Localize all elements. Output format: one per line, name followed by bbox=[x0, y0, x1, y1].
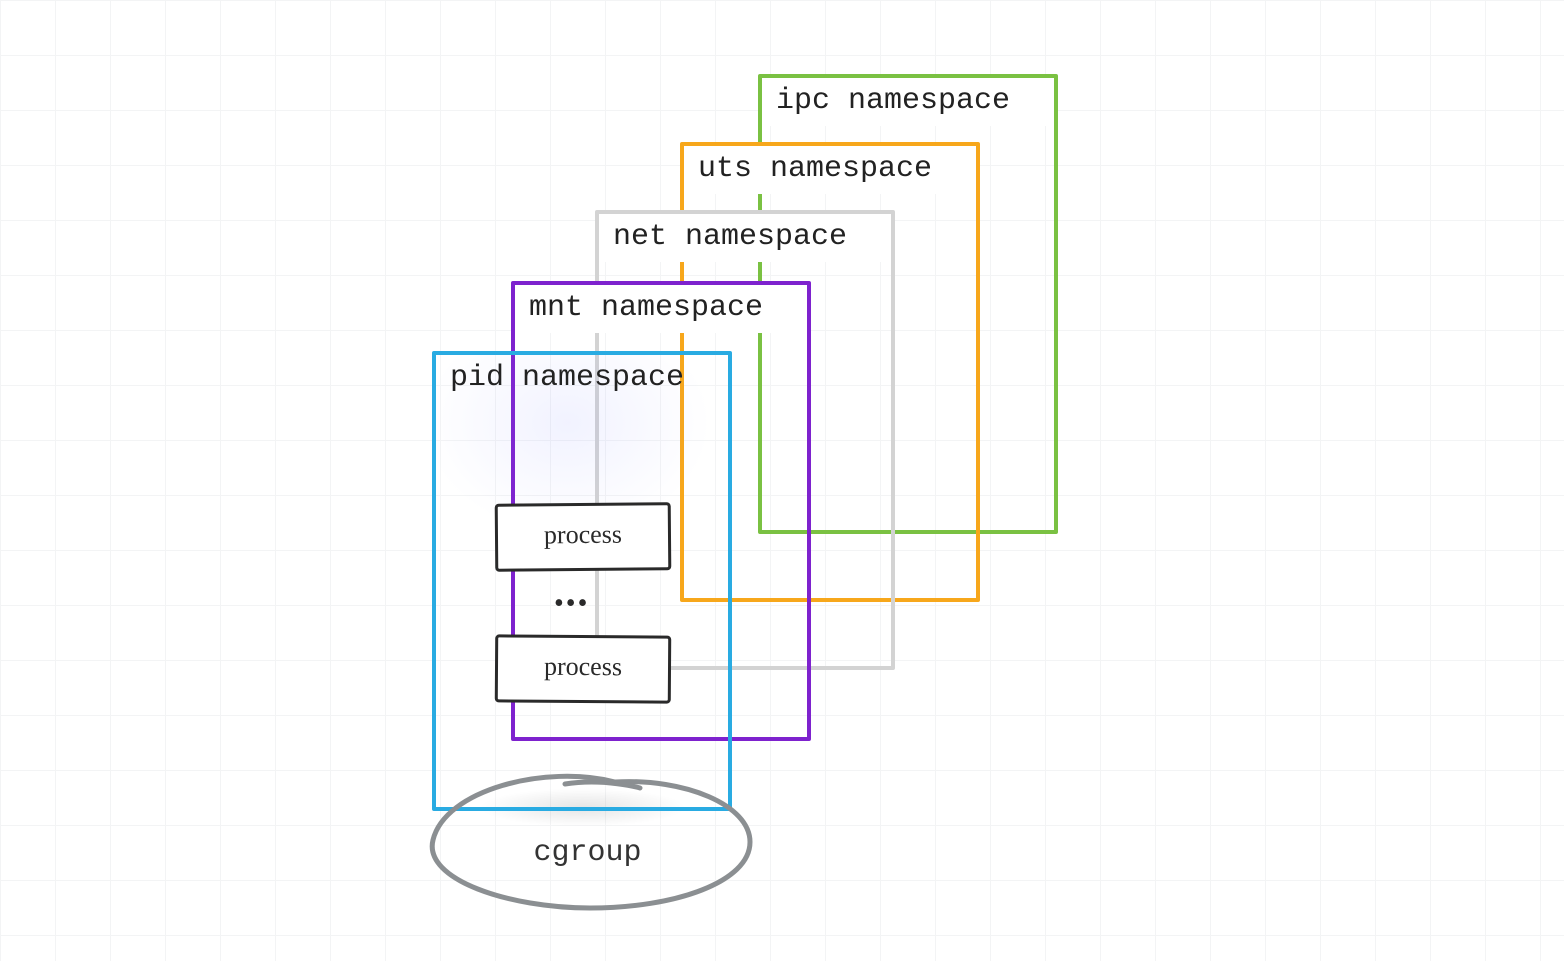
cgroup-ellipse: cgroup bbox=[415, 770, 760, 915]
namespace-ipc-label: ipc namespace bbox=[776, 84, 1010, 118]
cgroup-ellipse-overlap bbox=[565, 782, 640, 788]
diagram-canvas: ipc namespace uts namespace net namespac… bbox=[0, 0, 1564, 961]
namespace-pid-label: pid namespace bbox=[450, 361, 684, 395]
process-ellipsis: ••• bbox=[554, 588, 589, 620]
process-box-2: process bbox=[495, 634, 671, 703]
process-box-1-label: process bbox=[544, 520, 622, 550]
namespace-layer-pid: pid namespace bbox=[432, 351, 732, 811]
namespace-uts-label: uts namespace bbox=[698, 152, 932, 186]
namespace-mnt-label: mnt namespace bbox=[529, 291, 763, 325]
cgroup-label: cgroup bbox=[415, 836, 760, 870]
pid-glow bbox=[436, 355, 728, 807]
process-box-1: process bbox=[495, 502, 672, 572]
namespace-net-label: net namespace bbox=[613, 220, 847, 254]
process-box-2-label: process bbox=[544, 652, 622, 682]
